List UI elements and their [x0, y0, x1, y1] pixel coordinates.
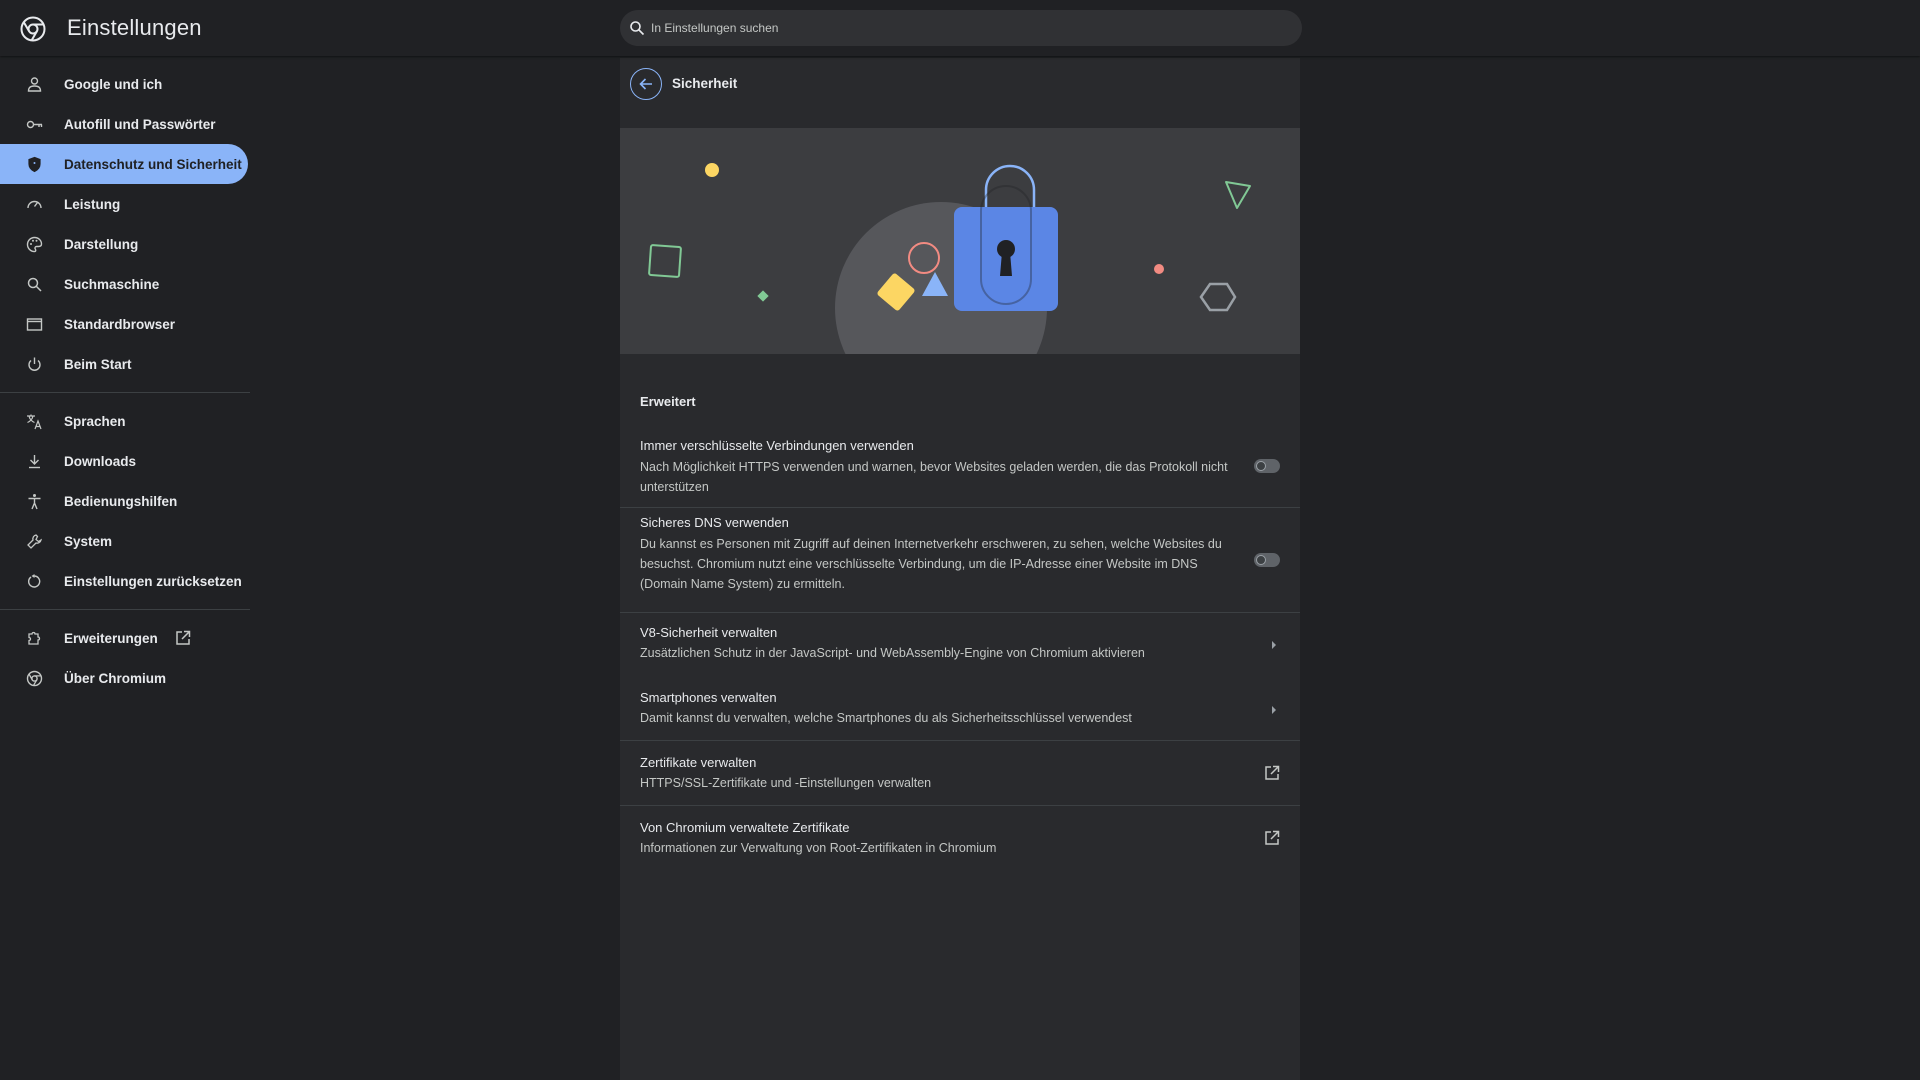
toggle-knob	[1256, 555, 1266, 565]
chromium-icon	[26, 670, 43, 687]
sidebar-item-label: Datenschutz und Sicherheit	[64, 156, 242, 172]
sidebar: Google und ich Autofill und Passwörter D…	[0, 64, 250, 698]
speedometer-icon	[26, 196, 43, 213]
chevron-right-icon	[1272, 641, 1276, 649]
search-input[interactable]	[651, 21, 1251, 35]
chevron-right-icon	[1272, 706, 1276, 714]
open-in-new-icon[interactable]	[1263, 829, 1281, 847]
sidebar-item-beim-start[interactable]: Beim Start	[0, 344, 248, 384]
translate-icon	[26, 413, 43, 430]
sidebar-item-label: Über Chromium	[64, 670, 167, 686]
security-illustration	[620, 128, 1300, 354]
person-icon	[26, 76, 43, 93]
sidebar-divider	[0, 609, 250, 610]
row-description: Zusätzlichen Schutz in der JavaScript- u…	[640, 646, 1145, 660]
row-title: Sicheres DNS verwenden	[640, 515, 789, 530]
sidebar-item-label: Darstellung	[64, 236, 139, 252]
toggle-knob	[1256, 461, 1266, 471]
sidebar-item-label: Google und ich	[64, 76, 163, 92]
palette-icon	[26, 236, 43, 253]
sidebar-item-bedienungshilfen[interactable]: Bedienungshilfen	[0, 481, 248, 521]
sidebar-item-label: Beim Start	[64, 356, 132, 372]
sidebar-item-suchmaschine[interactable]: Suchmaschine	[0, 264, 248, 304]
sidebar-item-ueber-chromium[interactable]: Über Chromium	[0, 658, 248, 698]
https-only-row[interactable]: Immer verschlüsselte Verbindungen verwen…	[620, 430, 1300, 502]
search-icon	[630, 21, 645, 36]
puzzle-icon	[26, 630, 43, 647]
row-description: Informationen zur Verwaltung von Root-Ze…	[640, 841, 997, 855]
sidebar-item-zuruecksetzen[interactable]: Einstellungen zurücksetzen	[0, 561, 248, 601]
toolbar: Einstellungen	[0, 0, 1920, 56]
sidebar-item-erweiterungen[interactable]: Erweiterungen	[0, 618, 248, 658]
sidebar-item-label: Erweiterungen	[64, 630, 158, 646]
sidebar-item-label: System	[64, 533, 113, 549]
shield-icon	[26, 156, 43, 173]
sidebar-item-label: Standardbrowser	[64, 316, 176, 332]
sidebar-item-datenschutz[interactable]: Datenschutz und Sicherheit	[0, 144, 248, 184]
manage-phones-row[interactable]: Smartphones verwalten Damit kannst du ve…	[620, 678, 1300, 738]
download-icon	[26, 453, 43, 470]
arrow-back-icon	[639, 78, 652, 90]
subpage-header: Sicherheit	[620, 58, 1300, 110]
accessibility-icon	[26, 493, 43, 510]
sidebar-item-system[interactable]: System	[0, 521, 248, 561]
manage-certificates-row[interactable]: Zertifikate verwalten HTTPS/SSL-Zertifik…	[620, 741, 1300, 805]
power-icon	[26, 356, 43, 373]
reset-icon	[26, 573, 43, 590]
secure-dns-toggle[interactable]	[1254, 553, 1280, 567]
row-title: Zertifikate verwalten	[640, 755, 757, 770]
row-description: Damit kannst du verwalten, welche Smartp…	[640, 711, 1132, 725]
secure-dns-row[interactable]: Sicheres DNS verwenden Du kannst es Pers…	[620, 508, 1300, 612]
chromium-logo-icon	[20, 16, 46, 42]
sidebar-item-label: Bedienungshilfen	[64, 493, 178, 509]
sidebar-item-label: Downloads	[64, 453, 137, 469]
search-icon	[26, 276, 43, 293]
key-icon	[26, 116, 43, 133]
sidebar-item-label: Einstellungen zurücksetzen	[64, 573, 242, 589]
open-in-new-icon	[176, 630, 191, 645]
browser-window-icon	[26, 316, 43, 333]
row-title: Immer verschlüsselte Verbindungen verwen…	[640, 438, 914, 453]
sidebar-item-autofill[interactable]: Autofill und Passwörter	[0, 104, 248, 144]
v8-security-row[interactable]: V8-Sicherheit verwalten Zusätzlichen Sch…	[620, 613, 1300, 677]
lock-illustration	[648, 163, 1251, 354]
app-title: Einstellungen	[67, 15, 202, 40]
chromium-certificates-row[interactable]: Von Chromium verwaltete Zertifikate Info…	[620, 806, 1300, 870]
sidebar-item-label: Suchmaschine	[64, 276, 160, 292]
back-button[interactable]	[630, 68, 662, 100]
sidebar-item-google-und-ich[interactable]: Google und ich	[0, 64, 248, 104]
sidebar-item-label: Sprachen	[64, 413, 126, 429]
row-description: HTTPS/SSL-Zertifikate und -Einstellungen…	[640, 776, 932, 790]
open-in-new-icon[interactable]	[1263, 764, 1281, 782]
row-description: Du kannst es Personen mit Zugriff auf de…	[640, 537, 1222, 591]
wrench-icon	[26, 533, 43, 550]
sidebar-item-label: Leistung	[64, 196, 121, 212]
section-heading: Erweitert	[640, 394, 696, 409]
sidebar-item-downloads[interactable]: Downloads	[0, 441, 248, 481]
row-title: Von Chromium verwaltete Zertifikate	[640, 820, 850, 835]
settings-card: Sicherheit Erweitert Immer verschlüsselt…	[620, 58, 1300, 1080]
sidebar-item-darstellung[interactable]: Darstellung	[0, 224, 248, 264]
sidebar-item-label: Autofill und Passwörter	[64, 116, 216, 132]
row-title: Smartphones verwalten	[640, 690, 777, 705]
https-only-toggle[interactable]	[1254, 459, 1280, 473]
sidebar-divider	[0, 392, 250, 393]
page-title: Sicherheit	[672, 76, 738, 91]
row-title: V8-Sicherheit verwalten	[640, 625, 778, 640]
search-box[interactable]	[620, 10, 1302, 46]
sidebar-item-standardbrowser[interactable]: Standardbrowser	[0, 304, 248, 344]
row-description: Nach Möglichkeit HTTPS verwenden und war…	[640, 460, 1228, 494]
sidebar-item-leistung[interactable]: Leistung	[0, 184, 248, 224]
sidebar-item-sprachen[interactable]: Sprachen	[0, 401, 248, 441]
